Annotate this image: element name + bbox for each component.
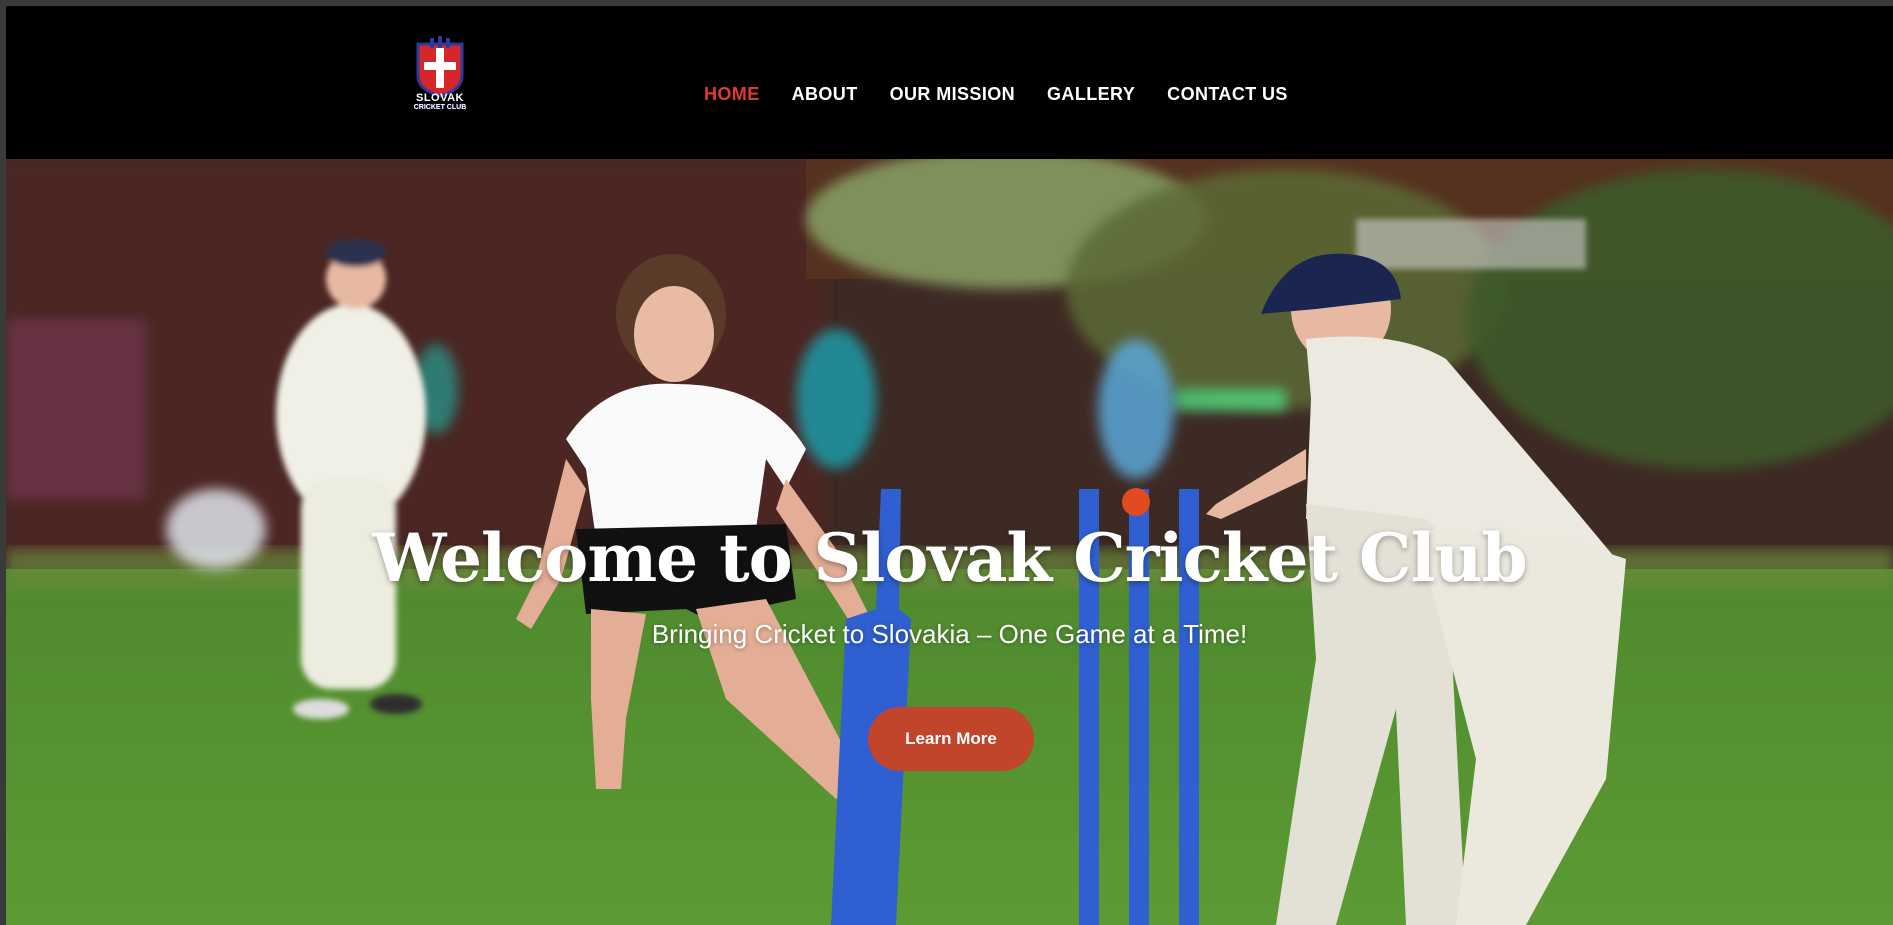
nav-item-gallery[interactable]: GALLERY: [1047, 84, 1135, 105]
club-crest-icon: [416, 36, 464, 98]
learn-more-button[interactable]: Learn More: [868, 707, 1034, 771]
hero-title: Welcome to Slovak Cricket Club: [372, 519, 1527, 597]
nav-item-our-mission[interactable]: OUR MISSION: [890, 84, 1015, 105]
club-logo[interactable]: SLOVAK CRICKET CLUB: [410, 36, 470, 122]
logo-line-1: SLOVAK: [415, 92, 465, 104]
nav-item-home[interactable]: HOME: [704, 84, 760, 105]
hero-section: Welcome to Slovak Cricket Club Bringing …: [6, 159, 1893, 925]
browser-viewport: SLOVAK CRICKET CLUB HOME ABOUT OUR MISSI…: [6, 6, 1893, 925]
site-header: SLOVAK CRICKET CLUB HOME ABOUT OUR MISSI…: [6, 6, 1893, 159]
logo-wordmark: SLOVAK CRICKET CLUB: [410, 92, 470, 112]
hero-subtitle: Bringing Cricket to Slovakia – One Game …: [651, 619, 1248, 649]
logo-line-2: CRICKET CLUB: [413, 104, 467, 111]
main-nav: HOME ABOUT OUR MISSION GALLERY CONTACT U…: [704, 84, 1320, 105]
nav-item-contact-us[interactable]: CONTACT US: [1167, 84, 1288, 105]
nav-item-about[interactable]: ABOUT: [792, 84, 858, 105]
